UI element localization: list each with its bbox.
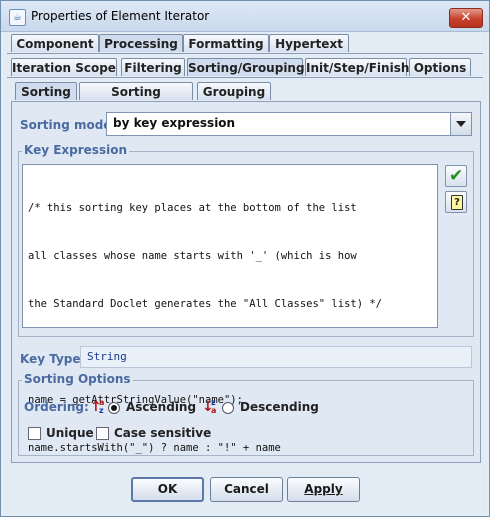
key-type-label: Key Type: (20, 352, 86, 366)
tab-formatting[interactable]: Formatting (183, 34, 269, 52)
title-bar[interactable]: ☕ Properties of Element Iterator ✕ (1, 1, 489, 32)
cancel-button[interactable]: Cancel (210, 477, 283, 502)
tab-init-step-finish[interactable]: Init/Step/Finish (305, 58, 409, 76)
main-tab-divider (7, 53, 483, 54)
key-expression-editor[interactable]: /* this sorting key places at the bottom… (22, 164, 438, 454)
sort-ascending-icon: ↑ a z (90, 398, 105, 415)
apply-button-label: Apply (304, 482, 343, 496)
tab-processing[interactable]: Processing (99, 34, 183, 52)
properties-dialog: ☕ Properties of Element Iterator ✕ Compo… (0, 0, 490, 517)
descending-radio[interactable] (222, 402, 234, 414)
ordering-label: Ordering: (24, 400, 89, 414)
tab-iteration-scope[interactable]: Iteration Scope (11, 58, 117, 76)
dialog-content: Component Processing Formatting Hypertex… (3, 32, 487, 515)
sorting-mode-label: Sorting mode: (20, 118, 117, 132)
tab-sorting-condition[interactable]: Sorting Condition (79, 82, 193, 117)
close-button[interactable]: ✕ (449, 8, 483, 28)
window-title: Properties of Element Iterator (31, 9, 210, 23)
tab-sorting[interactable]: Sorting (15, 82, 77, 100)
ascending-radio[interactable] (108, 402, 120, 414)
apply-expression-button[interactable]: ✔ (445, 165, 467, 187)
processing-tab-bar: Iteration Scope Filtering Sorting/Groupi… (11, 58, 481, 77)
sorting-grouping-tab-bar: Sorting Sorting Condition Grouping (15, 82, 475, 117)
sorting-options-title: Sorting Options (22, 372, 133, 386)
descending-label[interactable]: Descending (240, 400, 319, 414)
unique-label[interactable]: Unique (46, 426, 94, 440)
tab-hypertext[interactable]: Hypertext (269, 34, 349, 52)
case-sensitive-label[interactable]: Case sensitive (114, 426, 211, 440)
key-type-field: String (80, 346, 472, 368)
tab-grouping[interactable]: Grouping (197, 82, 271, 100)
check-icon: ✔ (449, 166, 464, 186)
tab-sorting-grouping[interactable]: Sorting/Grouping (187, 58, 305, 76)
case-sensitive-checkbox[interactable] (96, 427, 109, 440)
close-icon: ✕ (460, 10, 472, 25)
code-line: all classes whose name starts with '_' (… (28, 250, 357, 262)
java-app-icon: ☕ (9, 9, 26, 26)
key-expression-title: Key Expression (22, 143, 129, 157)
sorting-panel: Sorting mode: by key expression Key Expr… (11, 101, 481, 463)
sorting-options-group (18, 380, 474, 456)
chevron-down-icon[interactable] (450, 113, 471, 135)
sort-descending-icon: ↓ z a (202, 398, 217, 415)
processing-tab-divider (7, 77, 483, 78)
ok-button[interactable]: OK (131, 477, 204, 502)
unique-checkbox[interactable] (28, 427, 41, 440)
help-icon: ? (451, 195, 463, 210)
apply-button[interactable]: Apply (287, 477, 360, 502)
main-tab-bar: Component Processing Formatting Hypertex… (11, 34, 481, 53)
tab-options[interactable]: Options (409, 58, 471, 76)
tab-component[interactable]: Component (11, 34, 99, 52)
code-line: the Standard Doclet generates the "All C… (28, 298, 383, 310)
dialog-button-bar: OK Cancel Apply (3, 477, 487, 507)
sorting-mode-value: by key expression (113, 116, 236, 130)
code-line: /* this sorting key places at the bottom… (28, 202, 357, 214)
expression-help-button[interactable]: ? (445, 191, 467, 213)
ascending-label[interactable]: Ascending (126, 400, 196, 414)
sorting-mode-select[interactable]: by key expression (106, 112, 472, 136)
tab-filtering[interactable]: Filtering (121, 58, 185, 76)
